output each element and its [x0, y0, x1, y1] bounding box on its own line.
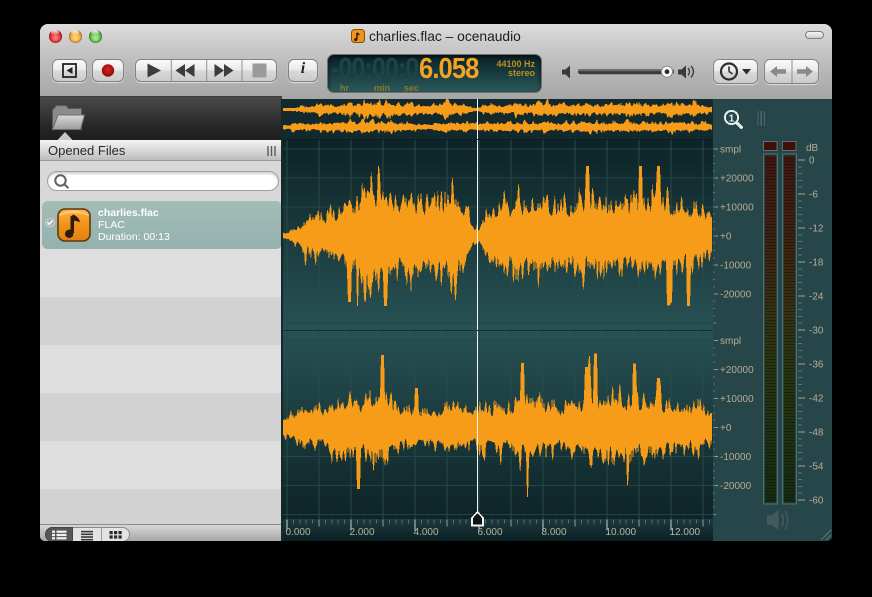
svg-text:-24: -24 [809, 292, 824, 303]
svg-text:-6: -6 [809, 190, 818, 201]
svg-text:-20000: -20000 [720, 481, 752, 492]
svg-text:-12: -12 [809, 224, 824, 235]
svg-text:+0: +0 [720, 232, 732, 243]
svg-text:12.000: 12.000 [670, 527, 701, 538]
svg-text:-54: -54 [809, 462, 824, 473]
svg-text:-42: -42 [809, 394, 824, 405]
svg-text:-10000: -10000 [720, 261, 752, 272]
svg-text:dB: dB [806, 143, 819, 154]
svg-text:+20000: +20000 [720, 174, 754, 185]
svg-text:-20000: -20000 [720, 290, 752, 301]
svg-text:2.000: 2.000 [350, 527, 375, 538]
svg-text:smpl: smpl [720, 336, 741, 347]
svg-text:10.000: 10.000 [606, 527, 637, 538]
svg-text:4.000: 4.000 [414, 527, 439, 538]
svg-text:-48: -48 [809, 428, 824, 439]
svg-text:-18: -18 [809, 258, 824, 269]
svg-text:+10000: +10000 [720, 394, 754, 405]
svg-text:0: 0 [809, 156, 815, 167]
svg-text:8.000: 8.000 [542, 527, 567, 538]
svg-text:+0: +0 [720, 423, 732, 434]
svg-text:+10000: +10000 [720, 203, 754, 214]
svg-text:+20000: +20000 [720, 365, 754, 376]
svg-text:smpl: smpl [720, 145, 741, 156]
svg-text:-10000: -10000 [720, 452, 752, 463]
svg-text:6.000: 6.000 [478, 527, 503, 538]
svg-text:-36: -36 [809, 360, 824, 371]
svg-text:1: 1 [729, 113, 735, 124]
svg-text:-60: -60 [809, 496, 824, 507]
svg-text:-30: -30 [809, 326, 824, 337]
svg-text:0.000: 0.000 [286, 527, 311, 538]
